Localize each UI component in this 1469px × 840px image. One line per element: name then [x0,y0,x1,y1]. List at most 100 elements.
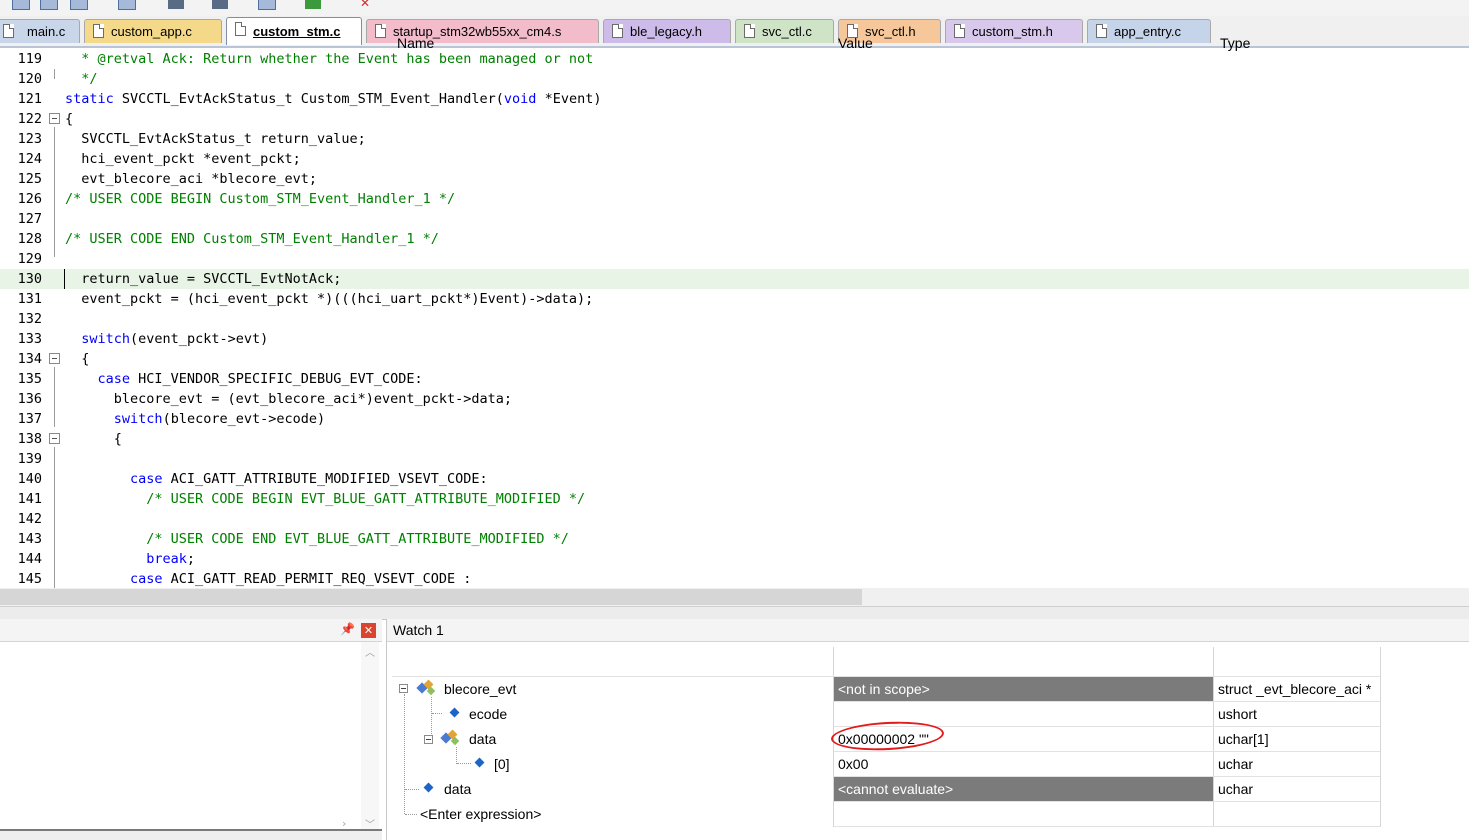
element-variable-icon [474,757,485,769]
line-number: 144 [17,551,42,567]
line-number: 139 [17,451,42,467]
toolbar-tool-icon[interactable] [168,0,184,9]
left-bottom-panel: 📌 ✕ ︿ ﹀ › [0,619,382,840]
code-line-127[interactable]: 127 [0,209,1469,229]
code-text: switch(event_pckt->evt) [81,331,269,347]
watch-panel-title-bar: Watch 1 [387,619,1469,642]
toolbar-network-icon[interactable] [70,0,88,10]
watch-type-data: uchar[1] [1218,731,1269,747]
code-line-121[interactable]: 121 static SVCCTL_EvtAckStatus_t Custom_S… [0,89,1469,109]
fold-toggle-icon[interactable] [49,113,60,124]
code-line-144[interactable]: 144 break; [0,549,1469,569]
column-header-type[interactable]: Type [1220,31,1380,55]
line-number: 140 [17,471,42,487]
line-number: 120 [17,71,42,87]
code-text: /* USER CODE BEGIN Custom_STM_Event_Hand… [65,189,455,209]
toolbar-document-icon[interactable] [258,0,276,10]
code-line-137[interactable]: 137 switch(blecore_evt->ecode) [0,409,1469,429]
tree-line [404,694,405,814]
code-line-133[interactable]: 133 switch(event_pckt->evt) [0,329,1469,349]
toolbar-close-icon[interactable]: ✕ [360,0,376,9]
watch-value-enter-expression[interactable] [838,802,1208,826]
code-line-134[interactable]: 134 { [0,349,1469,369]
collapse-blecore-evt-icon[interactable] [399,684,408,693]
horizontal-scrollbar[interactable] [0,588,1469,606]
watch-name-blecore-evt[interactable]: blecore_evt [444,677,824,701]
scroll-up-icon[interactable]: ︿ [365,644,375,659]
code-line-126[interactable]: 126 /* USER CODE BEGIN Custom_STM_Event_H… [0,189,1469,209]
code-text: event_pckt = (hci_event_pckt *)(((hci_ua… [65,291,594,307]
code-text: blecore_evt = (evt_blecore_aci*)event_pc… [65,391,513,407]
tab-custom-app-c[interactable]: custom_app.c [84,19,222,43]
code-line-140[interactable]: 140 case ACI_GATT_ATTRIBUTE_MODIFIED_VSE… [0,469,1469,489]
code-keyword: static [65,91,114,107]
tab-main-c[interactable]: main.c [0,19,80,43]
watch-value-index-0[interactable]: 0x00 [838,752,1208,776]
toolbar-settings-icon[interactable] [212,0,228,9]
code-text: { [65,351,90,367]
code-line-132[interactable]: 132 [0,309,1469,329]
toolbar-editor-icon[interactable] [118,0,136,10]
code-line-142[interactable]: 142 [0,509,1469,529]
code-line-141[interactable]: 141 /* USER CODE BEGIN EVT_BLUE_GATT_ATT… [0,489,1469,509]
code-text: switch(blecore_evt->ecode) [113,411,326,427]
code-line-135[interactable]: 135 case HCI_VENDOR_SPECIFIC_DEBUG_EVT_C… [0,369,1469,389]
code-keyword: case [130,471,163,487]
watch-value-blecore-evt[interactable]: <not in scope> [834,677,1213,701]
code-keyword: case [97,371,131,387]
line-number: 127 [17,211,42,227]
line-number: 121 [17,91,42,107]
code-line-123[interactable]: 123 SVCCTL_EvtAckStatus_t return_value; [0,129,1469,149]
toolbar-window-icon[interactable] [12,0,30,10]
code-line-125[interactable]: 125 evt_blecore_aci *blecore_evt; [0,169,1469,189]
toolbar-layout-icon[interactable] [40,0,58,10]
watch-name-data[interactable]: data [469,727,819,751]
watch-name-ecode[interactable]: ecode [469,702,819,726]
close-panel-icon[interactable]: ✕ [361,623,376,638]
watch-name-data-2[interactable]: data [444,777,824,801]
watch-type-blecore-evt: struct _evt_blecore_aci * [1218,681,1372,697]
line-number: 137 [17,411,42,427]
fold-toggle-icon[interactable] [49,433,60,444]
line-number: 126 [17,191,42,207]
line-number: 145 [17,571,42,587]
code-line-124[interactable]: 124 hci_event_pckt *event_pckt; [0,149,1469,169]
collapse-data-icon[interactable] [424,735,433,744]
pin-icon[interactable]: 📌 [340,622,355,636]
left-panel-vertical-scrollbar[interactable]: ︿ ﹀ [361,642,379,832]
enter-expression-input[interactable]: <Enter expression> [420,802,820,826]
toolbar: ✕ [0,0,1469,17]
code-line-131[interactable]: 131 event_pckt = (hci_event_pckt *)(((hc… [0,289,1469,309]
code-line-122[interactable]: 122 { [0,109,1469,129]
tab-label: main.c [27,24,66,39]
row-divider [834,751,1380,752]
code-line-128[interactable]: 128 /* USER CODE END Custom_STM_Event_Han… [0,229,1469,249]
code-line-138[interactable]: 138 { [0,429,1469,449]
column-header-value[interactable]: Value [838,31,1208,55]
watch-value-data-2[interactable]: <cannot evaluate> [834,777,1213,801]
tab-custom-stm-c[interactable]: custom_stm.c [226,17,362,45]
horizontal-scrollbar-thumb[interactable] [0,589,862,605]
panel-splitter[interactable] [0,606,1469,620]
line-number: 129 [17,251,42,267]
code-editor[interactable]: 119 * @retval Ack: Return whether the Ev… [0,48,1469,588]
code-line-145[interactable]: 145 case ACI_GATT_READ_PERMIT_REQ_VSEVT_… [0,569,1469,588]
code-line-130[interactable]: 130 return_value = SVCCTL_EvtNotAck; [0,269,1469,289]
code-line-139[interactable]: 139 [0,449,1469,469]
field-variable-icon [449,707,460,719]
code-line-136[interactable]: 136 blecore_evt = (evt_blecore_aci*)even… [0,389,1469,409]
code-line-120[interactable]: 120 */ [0,69,1469,89]
code-line-143[interactable]: 143 /* USER CODE END EVT_BLUE_GATT_ATTRI… [0,529,1469,549]
fold-toggle-icon[interactable] [49,353,60,364]
line-number: 134 [17,351,42,367]
code-line-129[interactable]: 129 [0,249,1469,269]
left-panel-horizontal-scrollbar[interactable]: › [0,817,382,840]
toolbar-chip-icon[interactable] [305,0,321,9]
code-text: */ [65,69,98,89]
column-header-name[interactable]: Name [397,31,827,55]
code-text: case ACI_GATT_ATTRIBUTE_MODIFIED_VSEVT_C… [130,471,488,487]
watch-name-index-0[interactable]: [0] [494,752,814,776]
line-number: 125 [17,171,42,187]
code-comment: */ [65,71,98,87]
code-text: /* USER CODE BEGIN EVT_BLUE_GATT_ATTRIBU… [65,489,585,509]
